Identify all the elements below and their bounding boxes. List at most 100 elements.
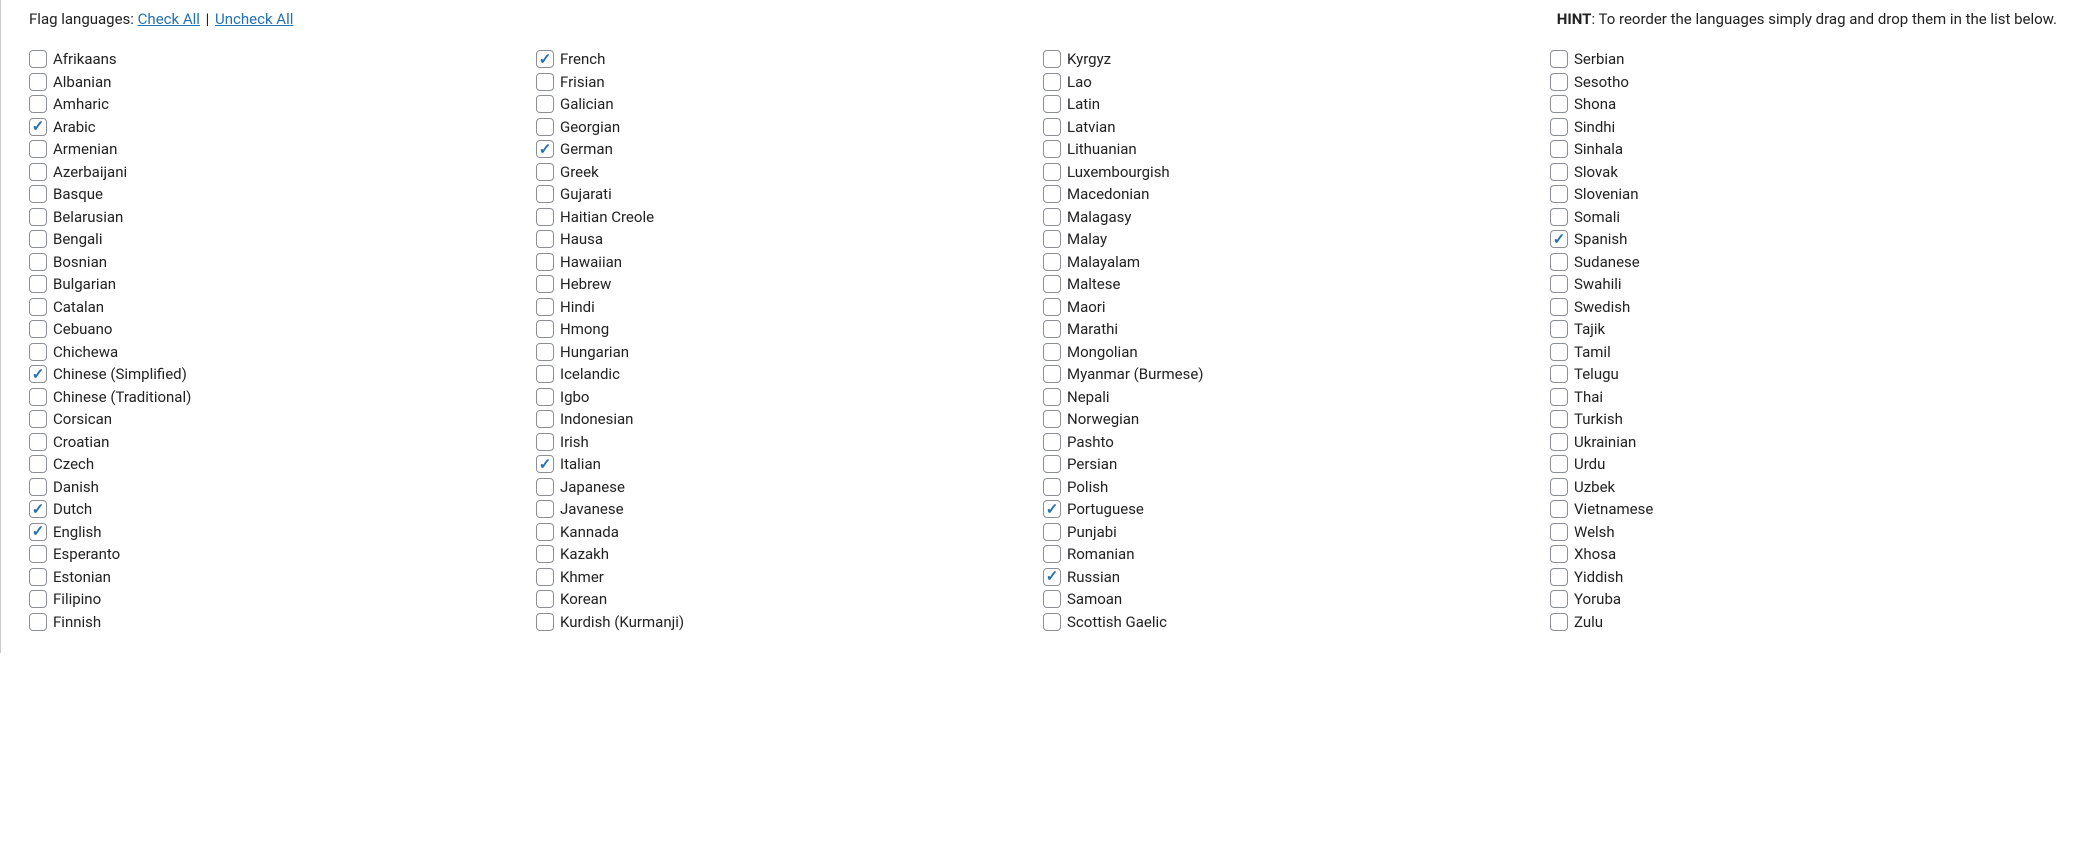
language-checkbox[interactable] bbox=[1043, 73, 1061, 91]
language-checkbox[interactable] bbox=[29, 95, 47, 113]
language-checkbox[interactable] bbox=[29, 140, 47, 158]
language-label[interactable]: Esperanto bbox=[53, 543, 120, 566]
language-checkbox[interactable] bbox=[1550, 365, 1568, 383]
language-label[interactable]: Icelandic bbox=[560, 363, 620, 386]
language-checkbox[interactable] bbox=[536, 95, 554, 113]
language-checkbox[interactable] bbox=[29, 163, 47, 181]
language-label[interactable]: Marathi bbox=[1067, 318, 1118, 341]
language-label[interactable]: Cebuano bbox=[53, 318, 112, 341]
language-label[interactable]: Kannada bbox=[560, 521, 619, 544]
language-checkbox[interactable] bbox=[29, 118, 47, 136]
language-checkbox[interactable] bbox=[1550, 433, 1568, 451]
language-checkbox[interactable] bbox=[1550, 343, 1568, 361]
language-label[interactable]: Tamil bbox=[1574, 341, 1611, 364]
language-checkbox[interactable] bbox=[1043, 568, 1061, 586]
language-label[interactable]: Somali bbox=[1574, 206, 1620, 229]
language-checkbox[interactable] bbox=[536, 185, 554, 203]
language-label[interactable]: Khmer bbox=[560, 566, 604, 589]
language-checkbox[interactable] bbox=[29, 185, 47, 203]
language-label[interactable]: Slovenian bbox=[1574, 183, 1639, 206]
language-checkbox[interactable] bbox=[1043, 500, 1061, 518]
language-label[interactable]: Czech bbox=[53, 453, 94, 476]
language-label[interactable]: Hmong bbox=[560, 318, 609, 341]
language-checkbox[interactable] bbox=[1043, 388, 1061, 406]
language-label[interactable]: Azerbaijani bbox=[53, 161, 127, 184]
language-checkbox[interactable] bbox=[536, 433, 554, 451]
language-checkbox[interactable] bbox=[1043, 140, 1061, 158]
language-label[interactable]: Persian bbox=[1067, 453, 1117, 476]
language-checkbox[interactable] bbox=[536, 253, 554, 271]
language-checkbox[interactable] bbox=[1043, 230, 1061, 248]
language-label[interactable]: Pashto bbox=[1067, 431, 1114, 454]
language-label[interactable]: Greek bbox=[560, 161, 599, 184]
language-checkbox[interactable] bbox=[1043, 185, 1061, 203]
language-label[interactable]: Vietnamese bbox=[1574, 498, 1653, 521]
language-checkbox[interactable] bbox=[1043, 50, 1061, 68]
language-label[interactable]: Maori bbox=[1067, 296, 1106, 319]
language-checkbox[interactable] bbox=[29, 208, 47, 226]
language-label[interactable]: Catalan bbox=[53, 296, 104, 319]
language-label[interactable]: Georgian bbox=[560, 116, 620, 139]
language-label[interactable]: Welsh bbox=[1574, 521, 1615, 544]
language-checkbox[interactable] bbox=[1043, 320, 1061, 338]
language-checkbox[interactable] bbox=[1550, 298, 1568, 316]
language-label[interactable]: Sudanese bbox=[1574, 251, 1640, 274]
language-checkbox[interactable] bbox=[29, 230, 47, 248]
language-checkbox[interactable] bbox=[536, 140, 554, 158]
language-checkbox[interactable] bbox=[29, 455, 47, 473]
language-checkbox[interactable] bbox=[29, 590, 47, 608]
language-checkbox[interactable] bbox=[1550, 140, 1568, 158]
language-label[interactable]: Russian bbox=[1067, 566, 1120, 589]
language-label[interactable]: Hindi bbox=[560, 296, 595, 319]
language-checkbox[interactable] bbox=[536, 275, 554, 293]
language-checkbox[interactable] bbox=[29, 433, 47, 451]
language-checkbox[interactable] bbox=[536, 478, 554, 496]
language-label[interactable]: Tajik bbox=[1574, 318, 1605, 341]
language-label[interactable]: Chinese (Traditional) bbox=[53, 386, 191, 409]
language-label[interactable]: Italian bbox=[560, 453, 601, 476]
language-checkbox[interactable] bbox=[1550, 50, 1568, 68]
language-label[interactable]: German bbox=[560, 138, 613, 161]
language-checkbox[interactable] bbox=[1550, 455, 1568, 473]
language-label[interactable]: Zulu bbox=[1574, 611, 1603, 634]
language-checkbox[interactable] bbox=[29, 320, 47, 338]
language-label[interactable]: Basque bbox=[53, 183, 103, 206]
language-checkbox[interactable] bbox=[1043, 253, 1061, 271]
language-checkbox[interactable] bbox=[1550, 478, 1568, 496]
language-checkbox[interactable] bbox=[29, 523, 47, 541]
language-checkbox[interactable] bbox=[536, 118, 554, 136]
language-checkbox[interactable] bbox=[536, 230, 554, 248]
language-label[interactable]: Turkish bbox=[1574, 408, 1623, 431]
language-checkbox[interactable] bbox=[1550, 163, 1568, 181]
language-label[interactable]: Belarusian bbox=[53, 206, 123, 229]
language-label[interactable]: Javanese bbox=[560, 498, 624, 521]
language-checkbox[interactable] bbox=[29, 343, 47, 361]
language-checkbox[interactable] bbox=[1043, 343, 1061, 361]
language-checkbox[interactable] bbox=[29, 388, 47, 406]
language-label[interactable]: Nepali bbox=[1067, 386, 1110, 409]
language-checkbox[interactable] bbox=[536, 73, 554, 91]
language-checkbox[interactable] bbox=[1550, 410, 1568, 428]
language-checkbox[interactable] bbox=[1043, 118, 1061, 136]
language-label[interactable]: Ukrainian bbox=[1574, 431, 1636, 454]
language-checkbox[interactable] bbox=[536, 365, 554, 383]
language-checkbox[interactable] bbox=[1550, 95, 1568, 113]
language-label[interactable]: Haitian Creole bbox=[560, 206, 654, 229]
language-checkbox[interactable] bbox=[1043, 478, 1061, 496]
language-label[interactable]: Mongolian bbox=[1067, 341, 1138, 364]
language-label[interactable]: Sindhi bbox=[1574, 116, 1615, 139]
language-checkbox[interactable] bbox=[1550, 275, 1568, 293]
language-label[interactable]: Luxembourgish bbox=[1067, 161, 1170, 184]
language-checkbox[interactable] bbox=[1550, 118, 1568, 136]
language-checkbox[interactable] bbox=[536, 500, 554, 518]
language-label[interactable]: Yiddish bbox=[1574, 566, 1623, 589]
language-label[interactable]: Serbian bbox=[1574, 48, 1624, 71]
language-label[interactable]: Urdu bbox=[1574, 453, 1605, 476]
language-checkbox[interactable] bbox=[29, 73, 47, 91]
language-label[interactable]: Maltese bbox=[1067, 273, 1120, 296]
language-label[interactable]: Chinese (Simplified) bbox=[53, 363, 187, 386]
language-label[interactable]: Armenian bbox=[53, 138, 117, 161]
language-label[interactable]: Swedish bbox=[1574, 296, 1630, 319]
language-checkbox[interactable] bbox=[536, 208, 554, 226]
language-label[interactable]: Croatian bbox=[53, 431, 109, 454]
